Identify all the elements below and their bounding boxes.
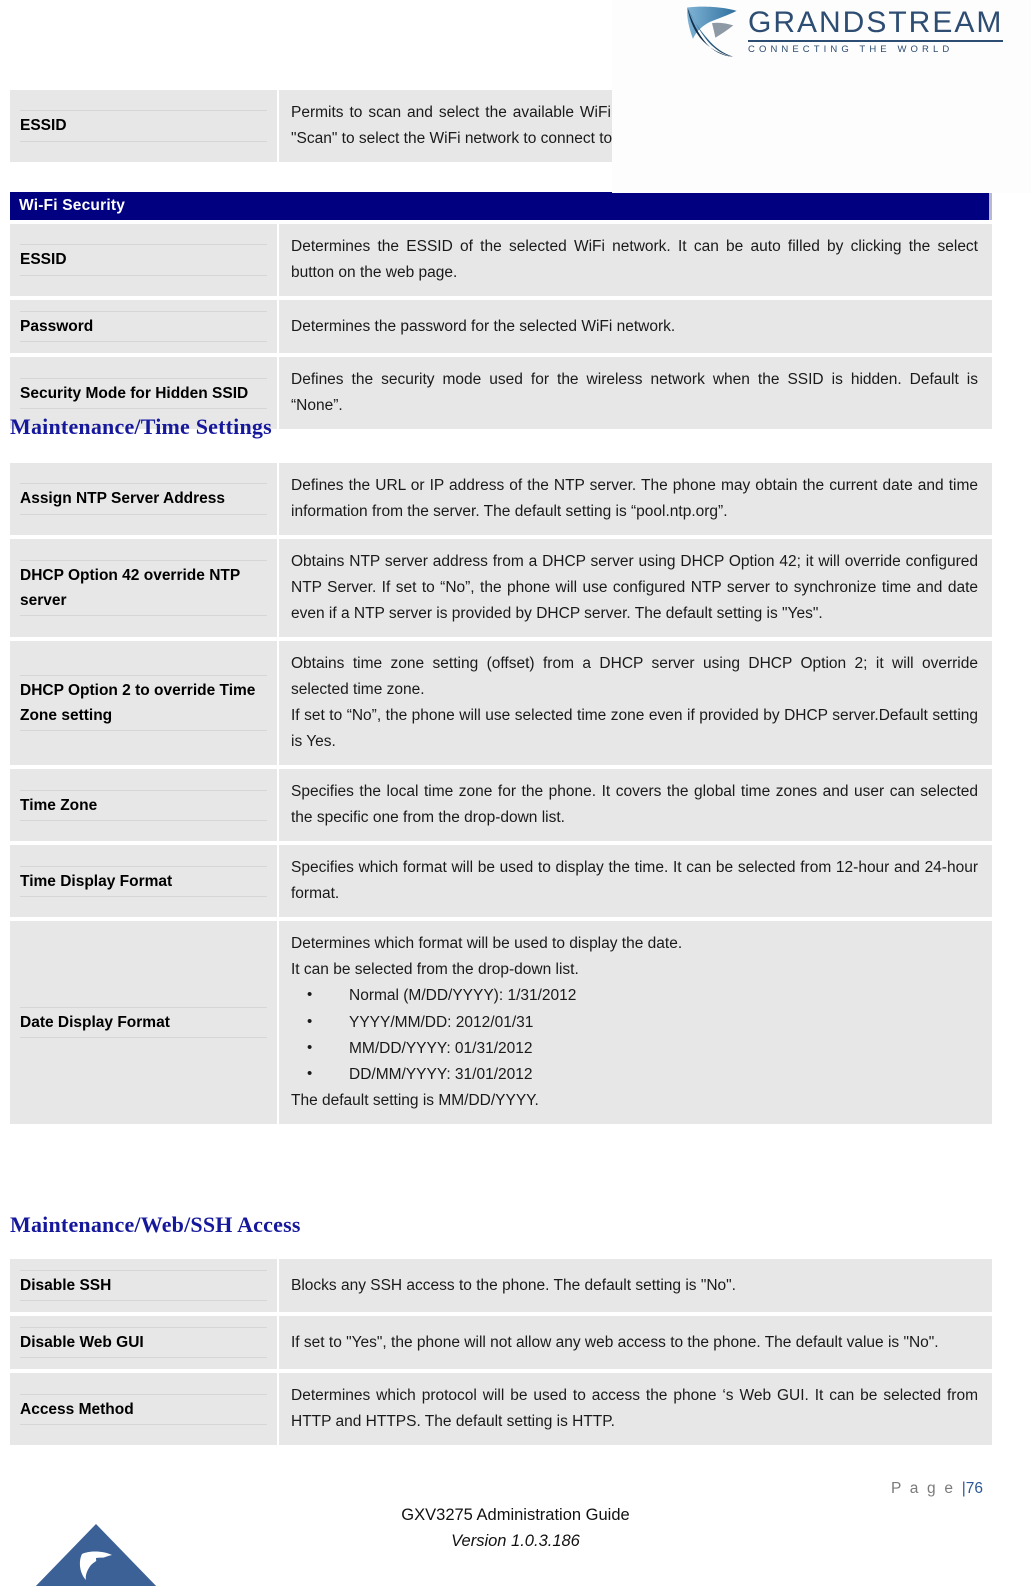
row-desc-paragraph: Determines the password for the selected…	[291, 317, 676, 335]
table-row: Access Method Determines which protocol …	[10, 1373, 992, 1446]
row-label-cell: Assign NTP Server Address	[10, 463, 279, 536]
row-desc-paragraph: Defines the URL or IP address of the NTP…	[291, 477, 978, 521]
row-label-cell: Password	[10, 300, 279, 354]
grandstream-triangle-mark	[35, 1524, 157, 1586]
grandstream-logo: GRANDSTREAM CONNECTING THE WORLD	[684, 2, 1024, 60]
logo-divider	[748, 39, 1004, 42]
row-desc-paragraph: Determines the ESSID of the selected WiF…	[291, 238, 978, 282]
row-desc-paragraph: The default setting is MM/DD/YYYY.	[291, 1091, 539, 1109]
row-desc-paragraph: Blocks any SSH access to the phone. The …	[291, 1276, 736, 1294]
spec-table: Disable SSH Blocks any SSH access to the…	[10, 1259, 992, 1446]
row-desc-cell: Defines the security mode used for the w…	[278, 357, 992, 430]
section-heading-web-ssh: Maintenance/Web/SSH Access	[10, 1212, 301, 1237]
header-logo-area: GRANDSTREAM CONNECTING THE WORLD	[612, 0, 1031, 193]
row-label: ESSID	[20, 244, 267, 276]
row-desc-cell: If set to "Yes", the phone will not allo…	[278, 1316, 992, 1370]
row-desc-cell: Defines the URL or IP address of the NTP…	[278, 463, 992, 536]
row-desc-paragraph: Obtains NTP server address from a DHCP s…	[291, 553, 978, 623]
row-desc-paragraph: Determines which protocol will be used t…	[291, 1387, 978, 1431]
table-row: Disable Web GUI If set to "Yes", the pho…	[10, 1316, 992, 1370]
table-row: ESSID Determines the ESSID of the select…	[10, 224, 992, 297]
row-label: Time Zone	[20, 789, 267, 821]
row-label-cell: Date Display Format	[10, 921, 279, 1124]
web-ssh-table: Disable SSH Blocks any SSH access to the…	[10, 1259, 992, 1446]
row-desc-cell: Determines the ESSID of the selected WiF…	[278, 224, 992, 297]
row-desc-paragraph: Defines the security mode used for the w…	[291, 371, 978, 415]
list-item: Normal (M/DD/YYYY): 1/31/2012	[291, 982, 978, 1009]
row-label-cell: DHCP Option 42 override NTP server	[10, 539, 279, 638]
row-label: Disable SSH	[20, 1270, 267, 1302]
table-row: Time Display Format Specifies which form…	[10, 845, 992, 918]
list-item: DD/MM/YYYY: 31/01/2012	[291, 1061, 978, 1088]
row-label: Assign NTP Server Address	[20, 483, 267, 515]
table-row: Password Determines the password for the…	[10, 300, 992, 354]
grandstream-swoosh-icon	[687, 6, 737, 57]
row-label: Time Display Format	[20, 865, 267, 897]
row-label: Security Mode for Hidden SSID	[20, 377, 267, 409]
row-desc-cell: Determines the password for the selected…	[278, 300, 992, 354]
row-desc-paragraph: Specifies the local time zone for the ph…	[291, 783, 978, 827]
row-label-cell: Access Method	[10, 1373, 279, 1446]
row-desc-cell: Obtains NTP server address from a DHCP s…	[278, 539, 992, 638]
list-item: YYYY/MM/DD: 2012/01/31	[291, 1008, 978, 1036]
row-desc-cell: Determines which protocol will be used t…	[278, 1373, 992, 1446]
date-format-list: Normal (M/DD/YYYY): 1/31/2012 YYYY/MM/DD…	[291, 982, 978, 1088]
page-word: P a g e	[890, 1480, 962, 1497]
row-desc-cell: Blocks any SSH access to the phone. The …	[278, 1259, 992, 1313]
table-row: Disable SSH Blocks any SSH access to the…	[10, 1259, 992, 1313]
row-desc-cell: Specifies which format will be used to d…	[278, 845, 992, 918]
row-desc-paragraph: Obtains time zone setting (offset) from …	[291, 655, 978, 699]
table-row: DHCP Option 42 override NTP server Obtai…	[10, 539, 992, 638]
row-label: DHCP Option 42 override NTP server	[20, 560, 267, 617]
wifi-security-section: Wi-Fi Security ESSID Determines the ESSI…	[10, 192, 992, 430]
section-heading-time-settings: Maintenance/Time Settings	[10, 414, 272, 439]
row-desc-paragraph: Determines which format will be used to …	[291, 935, 683, 953]
row-label: Password	[20, 311, 267, 343]
row-label-cell: DHCP Option 2 to override Time Zone sett…	[10, 641, 279, 766]
row-label: DHCP Option 2 to override Time Zone sett…	[20, 675, 267, 732]
row-desc-paragraph: It can be selected from the drop-down li…	[291, 961, 579, 979]
time-settings-table: Assign NTP Server Address Defines the UR…	[10, 463, 992, 1124]
row-label-cell: Time Display Format	[10, 845, 279, 918]
row-desc-cell: Specifies the local time zone for the ph…	[278, 769, 992, 842]
row-label-cell: Disable SSH	[10, 1259, 279, 1313]
row-label: Disable Web GUI	[20, 1327, 267, 1359]
row-label-cell: Time Zone	[10, 769, 279, 842]
table-row: Date Display Format Determines which for…	[10, 921, 992, 1124]
row-label-cell: Disable Web GUI	[10, 1316, 279, 1370]
section-bar-wifi-security: Wi-Fi Security	[10, 192, 992, 220]
spec-table: ESSID Determines the ESSID of the select…	[10, 224, 992, 430]
logo-brand-text: GRANDSTREAM	[748, 5, 1004, 39]
page-number-value: 76	[965, 1480, 983, 1497]
row-desc-paragraph: If set to “No”, the phone will use selec…	[291, 707, 978, 751]
row-label: Date Display Format	[20, 1006, 267, 1039]
web-ssh-heading-wrap: Maintenance/Web/SSH Access	[10, 1212, 301, 1238]
row-desc-cell: Determines which format will be used to …	[278, 921, 992, 1124]
table-row: DHCP Option 2 to override Time Zone sett…	[10, 641, 992, 766]
row-label: ESSID	[20, 110, 267, 142]
row-label-cell: ESSID	[10, 224, 279, 297]
spec-table: Assign NTP Server Address Defines the UR…	[10, 463, 992, 1124]
row-desc-paragraph: If set to "Yes", the phone will not allo…	[291, 1333, 939, 1351]
time-settings-heading-wrap: Maintenance/Time Settings	[10, 414, 272, 440]
logo-tagline-text: CONNECTING THE WORLD	[748, 43, 954, 55]
list-item: MM/DD/YYYY: 01/31/2012	[291, 1035, 978, 1062]
table-row: Assign NTP Server Address Defines the UR…	[10, 463, 992, 536]
row-desc-cell: Obtains time zone setting (offset) from …	[278, 641, 992, 766]
row-label: Access Method	[20, 1393, 267, 1425]
row-label-cell: ESSID	[10, 90, 279, 163]
page-number-label: P a g e |76	[891, 1480, 983, 1498]
row-desc-paragraph: Specifies which format will be used to d…	[291, 859, 978, 903]
table-row: Time Zone Specifies the local time zone …	[10, 769, 992, 842]
